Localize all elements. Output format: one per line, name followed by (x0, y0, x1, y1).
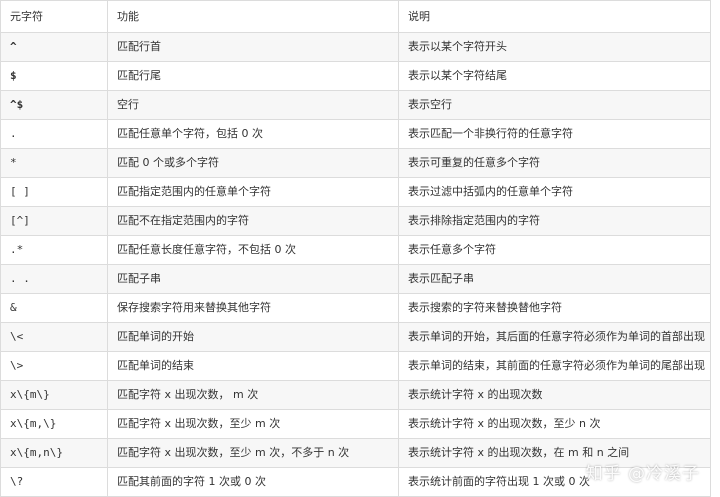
metachar-cell: ^$ (0, 90, 108, 120)
function-cell: 保存搜索字符用来替换其他字符 (107, 293, 399, 323)
function-cell: 匹配单词的结束 (107, 351, 399, 381)
metachar-cell: $ (0, 61, 108, 91)
function-cell: 匹配任意单个字符，包括 0 次 (107, 119, 399, 149)
table-row: \> 匹配单词的结束 表示单词的结束，其前面的任意字符必须作为单词的尾部出现 (0, 351, 711, 381)
metachar-cell: . . (0, 264, 108, 294)
table-header-row: 元字符 功能 说明 (0, 0, 711, 33)
header-description: 说明 (398, 0, 711, 33)
function-cell: 匹配其前面的字符 1 次或 0 次 (107, 467, 399, 497)
metachar-cell: [ ] (0, 177, 108, 207)
description-cell: 表示单词的结束，其前面的任意字符必须作为单词的尾部出现 (398, 351, 711, 381)
description-cell: 表示匹配一个非换行符的任意字符 (398, 119, 711, 149)
description-cell: 表示过滤中括弧内的任意单个字符 (398, 177, 711, 207)
description-cell: 表示单词的开始，其后面的任意字符必须作为单词的首部出现 (398, 322, 711, 352)
function-cell: 匹配 0 个或多个字符 (107, 148, 399, 178)
table-row: \< 匹配单词的开始 表示单词的开始，其后面的任意字符必须作为单词的首部出现 (0, 322, 711, 352)
function-cell: 匹配任意长度任意字符，不包括 0 次 (107, 235, 399, 265)
function-cell: 空行 (107, 90, 399, 120)
function-cell: 匹配行尾 (107, 61, 399, 91)
table-row: $ 匹配行尾 表示以某个字符结尾 (0, 61, 711, 91)
function-cell: 匹配子串 (107, 264, 399, 294)
description-cell: 表示可重复的任意多个字符 (398, 148, 711, 178)
metachar-cell: x\{m,n\} (0, 438, 108, 468)
table-row: x\{m,\} 匹配字符 x 出现次数，至少 m 次表示统计字符 x 的出现次数，… (0, 409, 711, 439)
zhihu-watermark: 知乎 @冷溪子 (585, 464, 700, 484)
metachar-cell: \< (0, 322, 108, 352)
table-row: .* 匹配任意长度任意字符，不包括 0 次表示任意多个字符 (0, 235, 711, 265)
description-cell: 表示以某个字符开头 (398, 32, 711, 62)
description-cell: 表示任意多个字符 (398, 235, 711, 265)
description-cell: 表示以某个字符结尾 (398, 61, 711, 91)
table-row: . 匹配任意单个字符，包括 0 次表示匹配一个非换行符的任意字符 (0, 119, 711, 149)
function-cell: 匹配字符 x 出现次数，至少 m 次 (107, 409, 399, 439)
function-cell: 匹配单词的开始 (107, 322, 399, 352)
function-cell: 匹配字符 x 出现次数，至少 m 次，不多于 n 次 (107, 438, 399, 468)
description-cell: 表示空行 (398, 90, 711, 120)
table-row: & 保存搜索字符用来替换其他字符 表示搜索的字符来替换替他字符 (0, 293, 711, 323)
metachar-cell: \? (0, 467, 108, 497)
description-cell: 表示匹配子串 (398, 264, 711, 294)
metachar-cell: ^ (0, 32, 108, 62)
metachar-cell: \> (0, 351, 108, 381)
table-row: ^$ 空行 表示空行 (0, 90, 711, 120)
table-row: [^] 匹配不在指定范围内的字符 表示排除指定范围内的字符 (0, 206, 711, 236)
header-function: 功能 (107, 0, 399, 33)
function-cell: 匹配行首 (107, 32, 399, 62)
description-cell: 表示统计字符 x 的出现次数 (398, 380, 711, 410)
metachar-cell: x\{m,\} (0, 409, 108, 439)
function-cell: 匹配字符 x 出现次数， m 次 (107, 380, 399, 410)
metachar-cell: .* (0, 235, 108, 265)
metachar-cell: & (0, 293, 108, 323)
metachar-cell: x\{m\} (0, 380, 108, 410)
metachar-cell: * (0, 148, 108, 178)
metachar-cell: . (0, 119, 108, 149)
header-metachar: 元字符 (0, 0, 108, 33)
function-cell: 匹配不在指定范围内的字符 (107, 206, 399, 236)
table-row: [ ] 匹配指定范围内的任意单个字符 表示过滤中括弧内的任意单个字符 (0, 177, 711, 207)
description-cell: 表示搜索的字符来替换替他字符 (398, 293, 711, 323)
description-cell: 表示统计字符 x 的出现次数，至少 n 次 (398, 409, 711, 439)
table-row: * 匹配 0 个或多个字符 表示可重复的任意多个字符 (0, 148, 711, 178)
function-cell: 匹配指定范围内的任意单个字符 (107, 177, 399, 207)
table-row: . . 匹配子串 表示匹配子串 (0, 264, 711, 294)
metachar-cell: [^] (0, 206, 108, 236)
table-row: x\{m\} 匹配字符 x 出现次数， m 次表示统计字符 x 的出现次数 (0, 380, 711, 410)
regex-metachar-table: 元字符 功能 说明 ^ 匹配行首 表示以某个字符开头 $ 匹配行尾 表示以某个字符结尾 ^$… (0, 0, 711, 497)
table-row: ^ 匹配行首 表示以某个字符开头 (0, 32, 711, 62)
description-cell: 表示排除指定范围内的字符 (398, 206, 711, 236)
